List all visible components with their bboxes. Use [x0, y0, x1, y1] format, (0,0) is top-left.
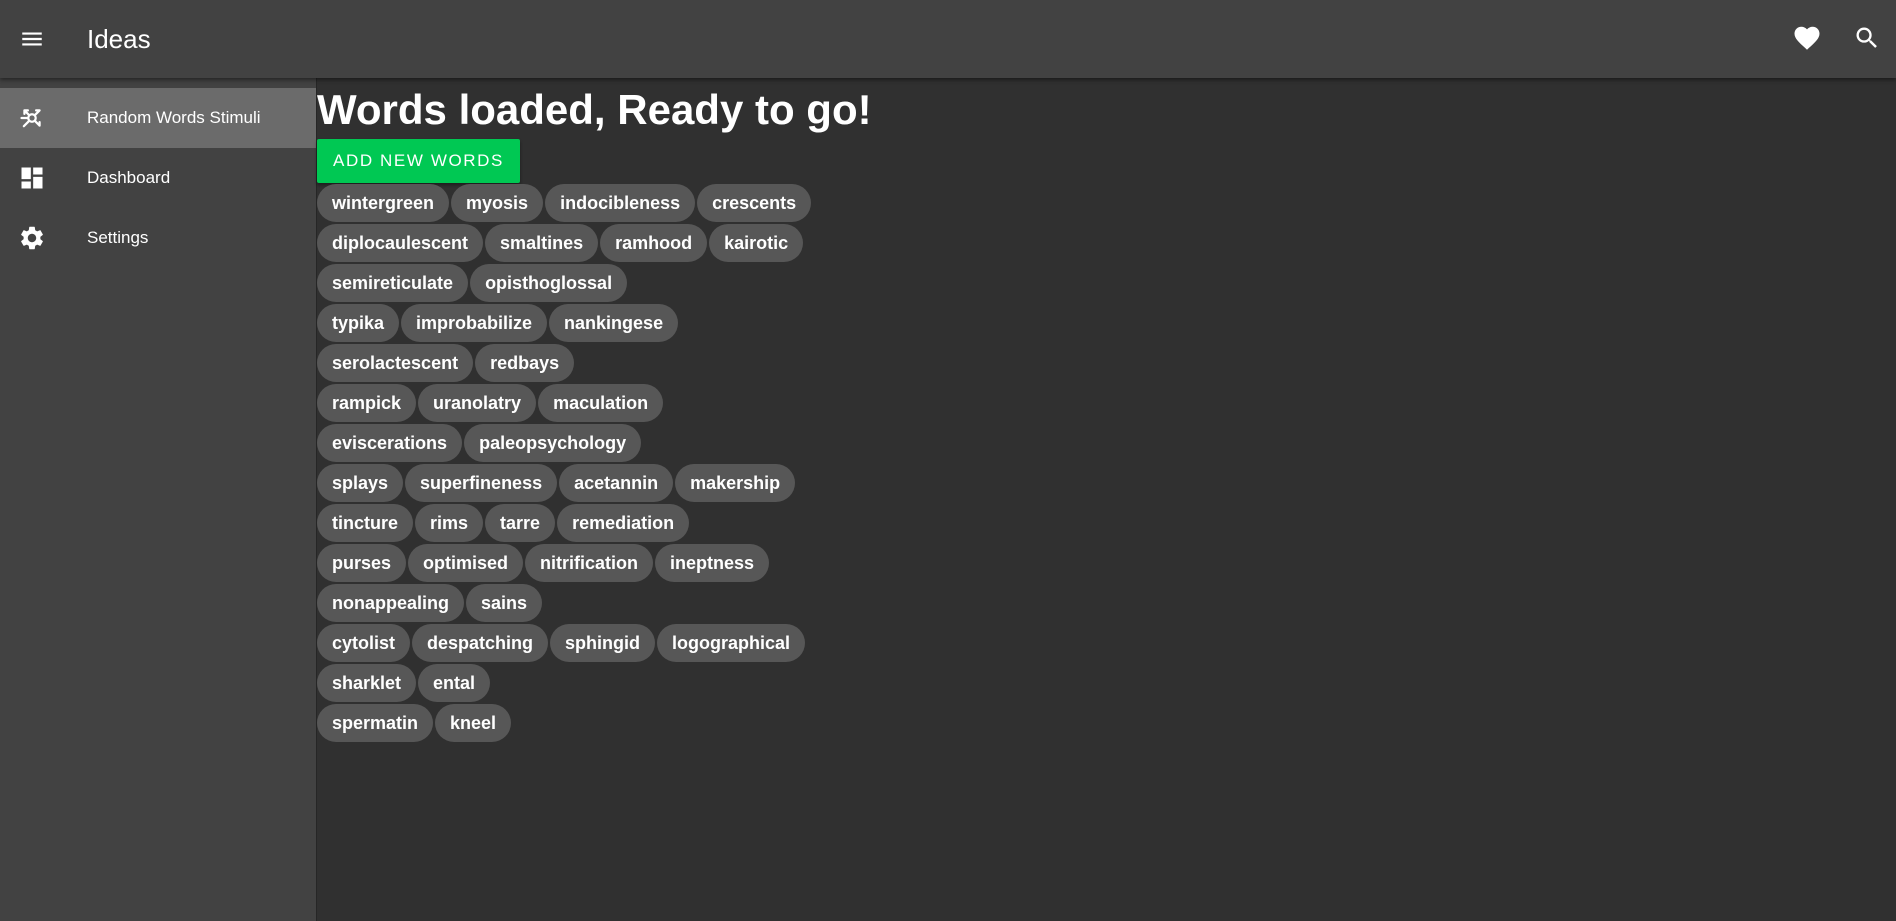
word-chip[interactable]: serolactescent — [317, 344, 474, 382]
sidebar-item-random-words-stimuli[interactable]: Random Words Stimuli — [0, 88, 316, 148]
word-chip[interactable]: myosis — [451, 184, 544, 222]
word-chip-list: wintergreen myosis indocibleness crescents d… — [317, 184, 1117, 744]
search-button[interactable] — [1848, 19, 1886, 57]
word-chip-row: serolactescent redbays — [317, 344, 1117, 382]
word-chip-row: typika improbabilize nankingese — [317, 304, 1117, 342]
word-chip-row: spermatin kneel — [317, 704, 1117, 742]
word-chip[interactable]: improbabilize — [401, 304, 548, 342]
word-chip[interactable]: semireticulate — [317, 264, 469, 302]
word-chip[interactable]: smaltines — [485, 224, 599, 262]
word-chip-row: semireticulate opisthoglossal — [317, 264, 1117, 302]
word-chip[interactable]: wintergreen — [317, 184, 450, 222]
word-chip[interactable]: rims — [415, 504, 484, 542]
word-chip-row: splays superfineness acetannin makership — [317, 464, 1117, 502]
word-chip[interactable]: kneel — [435, 704, 512, 742]
word-chip-row: eviscerations paleopsychology — [317, 424, 1117, 462]
main-content: Words loaded, Ready to go! ADD NEW WORDS… — [317, 78, 1896, 921]
heart-icon — [1794, 26, 1820, 50]
word-chip[interactable]: tarre — [485, 504, 556, 542]
sidebar-item-dashboard[interactable]: Dashboard — [0, 148, 316, 208]
word-chip[interactable]: eviscerations — [317, 424, 463, 462]
sidebar-item-settings[interactable]: Settings — [0, 208, 316, 268]
word-chip[interactable]: logographical — [657, 624, 806, 662]
gear-icon — [16, 222, 48, 254]
menu-button[interactable] — [14, 21, 50, 57]
word-chip[interactable]: remediation — [557, 504, 690, 542]
word-chip[interactable]: optimised — [408, 544, 524, 582]
word-chip[interactable]: typika — [317, 304, 400, 342]
word-chip[interactable]: uranolatry — [418, 384, 537, 422]
word-chip-row: tincture rims tarre remediation — [317, 504, 1117, 542]
word-chip[interactable]: nitrification — [525, 544, 654, 582]
word-chip[interactable]: kairotic — [709, 224, 804, 262]
dashboard-icon — [16, 162, 48, 194]
word-chip[interactable]: makership — [675, 464, 796, 502]
sidebar-item-label: Settings — [87, 228, 149, 247]
word-chip[interactable]: sharklet — [317, 664, 417, 702]
page-title: Words loaded, Ready to go! — [317, 86, 872, 133]
word-chip-row: nonappealing sains — [317, 584, 1117, 622]
word-chip[interactable]: diplocaulescent — [317, 224, 484, 262]
word-chip[interactable]: maculation — [538, 384, 664, 422]
sidebar-item-label: Dashboard — [87, 168, 171, 187]
word-chip[interactable]: redbays — [475, 344, 575, 382]
word-chip-row: rampick uranolatry maculation — [317, 384, 1117, 422]
search-icon — [1856, 27, 1877, 48]
app-title: Ideas — [87, 24, 151, 54]
word-chip[interactable]: nankingese — [549, 304, 679, 342]
word-chip[interactable]: nonappealing — [317, 584, 464, 622]
word-chip[interactable]: tincture — [317, 504, 414, 542]
word-chip[interactable]: purses — [317, 544, 407, 582]
word-chip[interactable]: splays — [317, 464, 404, 502]
word-chip[interactable]: ramhood — [600, 224, 708, 262]
word-chip[interactable]: paleopsychology — [464, 424, 642, 462]
word-chip-row: purses optimised nitrification ineptness — [317, 544, 1117, 582]
add-new-words-button[interactable]: ADD NEW WORDS — [317, 139, 520, 183]
word-chip[interactable]: acetannin — [559, 464, 674, 502]
word-chip[interactable]: despatching — [412, 624, 549, 662]
word-chip-row: wintergreen myosis indocibleness crescents — [317, 184, 1117, 222]
app-bar: Ideas — [0, 0, 1896, 78]
word-chip[interactable]: opisthoglossal — [470, 264, 628, 302]
word-chip[interactable]: sains — [466, 584, 543, 622]
sidebar-item-label: Random Words Stimuli — [87, 108, 261, 127]
word-chip[interactable]: spermatin — [317, 704, 434, 742]
word-chip[interactable]: superfineness — [405, 464, 558, 502]
menu-icon — [22, 32, 42, 46]
word-chip[interactable]: sphingid — [550, 624, 656, 662]
random-words-icon — [16, 102, 48, 134]
word-chip[interactable]: indocibleness — [545, 184, 696, 222]
word-chip[interactable]: ineptness — [655, 544, 770, 582]
word-chip[interactable]: crescents — [697, 184, 812, 222]
word-chip[interactable]: cytolist — [317, 624, 411, 662]
favorites-button[interactable] — [1788, 19, 1826, 57]
word-chip-row: diplocaulescent smaltines ramhood kairotic — [317, 224, 1117, 262]
word-chip[interactable]: rampick — [317, 384, 417, 422]
word-chip[interactable]: ental — [418, 664, 491, 702]
word-chip-row: sharklet ental — [317, 664, 1117, 702]
nav-drawer: Random Words Stimuli Dashboard Settings — [0, 78, 317, 921]
word-chip-row: cytolist despatching sphingid logographical — [317, 624, 1117, 662]
